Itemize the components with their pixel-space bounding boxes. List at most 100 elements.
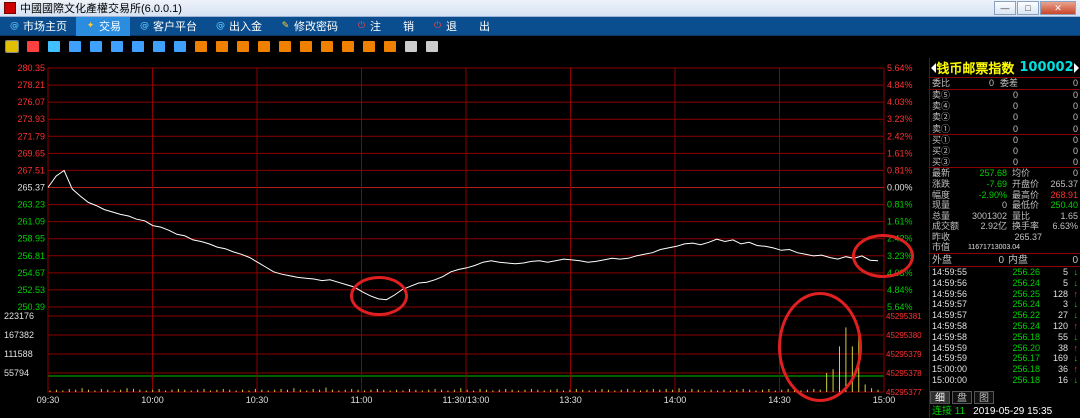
tick-price: 256.22	[1012, 310, 1040, 321]
prev-instrument-icon[interactable]	[931, 63, 936, 73]
instrument-code: 100002	[1019, 60, 1074, 75]
menu-item-label: 市场主页	[23, 20, 67, 33]
orderbook-price: 0	[1012, 123, 1018, 134]
stat-label2: 均价	[1012, 168, 1031, 179]
logout-icon: ⏻	[357, 20, 366, 31]
menu-item-label: 退 出	[446, 20, 490, 33]
stat-value: 2.92亿	[980, 221, 1007, 232]
timeshare-chart-icon[interactable]	[5, 40, 19, 53]
orderbook-price: 0	[1012, 157, 1018, 168]
menu-item-0[interactable]: @ 市场主页	[0, 17, 76, 36]
tool6-icon[interactable]	[300, 41, 312, 52]
month-icon[interactable]	[132, 41, 144, 52]
orderbook-volume: 0	[1072, 90, 1078, 100]
week-icon[interactable]	[111, 41, 123, 52]
menu-item-1[interactable]: ✦ 交易	[76, 16, 130, 36]
toolbar	[0, 37, 1080, 56]
menu-item-5[interactable]: ⏻ 注 销	[347, 17, 423, 36]
up-arrow-icon: ↑	[1073, 288, 1079, 299]
tick-row: 15:00:00 256.18 16 ↓	[930, 375, 1080, 386]
close-button[interactable]: ✕	[1040, 1, 1076, 15]
settings-icon[interactable]	[426, 41, 438, 52]
outer-inner-row: 外盘 0 内盘 0	[930, 254, 1080, 268]
orderbook-row: 买① 0 0	[930, 135, 1080, 146]
orderbook-volume: 0	[1072, 112, 1078, 123]
menu-item-4[interactable]: ✎ 修改密码	[271, 17, 347, 36]
tool9-icon[interactable]	[363, 41, 375, 52]
panel-tab-2[interactable]: 图	[974, 391, 994, 404]
price-tick-label: 254.67	[17, 268, 45, 278]
stat-row: 成交额 2.92亿 换手率 6.63%	[930, 221, 1080, 232]
stat-row: 幅度 -2.90% 最高价 268.91	[930, 190, 1080, 201]
orderbook-row: 卖② 0 0	[930, 112, 1080, 123]
tick-time: 14:59:56	[932, 288, 968, 299]
time-tick-label: 13:30	[559, 395, 582, 405]
panel-tab-1[interactable]: 盘	[952, 391, 972, 404]
tick-time: 14:59:57	[932, 310, 968, 321]
menu-item-6[interactable]: ⏻ 退 出	[423, 17, 499, 36]
tick-time: 14:59:59	[932, 353, 968, 364]
time-tick-label: 11:30/13:00	[443, 395, 490, 405]
grid-icon[interactable]	[90, 41, 102, 52]
time-tick-label: 15:00	[873, 395, 896, 405]
stat-value: -7.69	[986, 178, 1007, 189]
tool3-icon[interactable]	[237, 41, 249, 52]
pct-tick-label: 2.42%	[887, 131, 913, 141]
volume-tick-label: 167382	[4, 330, 34, 340]
annotation-circle-volume	[778, 292, 862, 402]
list-icon[interactable]	[69, 41, 81, 52]
menu-item-label: 出入金	[229, 20, 262, 33]
tool1-icon[interactable]	[195, 41, 207, 52]
stat-value2: 268.91	[1050, 189, 1078, 200]
tick-row: 14:59:58 256.18 55 ↓	[930, 332, 1080, 343]
main-menu: @ 市场主页 ✦ 交易 @ 客户平台 @ 出入金 ✎ 修改密码 ⏻ 注 销 ⏻ 退 出	[0, 16, 1080, 36]
inner-value: 0	[1072, 255, 1078, 267]
stat-label2: 最高价	[1012, 189, 1040, 200]
tool4-icon[interactable]	[258, 41, 270, 52]
season-icon[interactable]	[153, 41, 165, 52]
tool7-icon[interactable]	[321, 41, 333, 52]
pct-tick-label: 0.00%	[887, 183, 913, 193]
tool2-icon[interactable]	[216, 41, 228, 52]
tick-volume: 55	[1057, 331, 1068, 342]
draw-icon[interactable]	[405, 41, 417, 52]
menu-item-2[interactable]: @ 客户平台	[130, 17, 206, 36]
key-icon: ✎	[281, 20, 290, 31]
price-tick-label: 252.53	[17, 285, 45, 295]
stat-row: 涨跌 -7.69 开盘价 265.37	[930, 179, 1080, 190]
pct-tick-label: 4.84%	[887, 285, 913, 295]
time-tick-label: 10:30	[246, 395, 269, 405]
tool5-icon[interactable]	[279, 41, 291, 52]
kline-icon[interactable]	[27, 41, 39, 52]
stat-row: 总量 3001302 量比 1.65	[930, 211, 1080, 222]
pct-tick-label: 4.03%	[887, 97, 913, 107]
volume-icon[interactable]	[48, 41, 60, 52]
stat-value2: 1.65	[1060, 210, 1078, 221]
tick-price: 256.25	[1012, 288, 1040, 299]
panel-tabs: 细盘图	[930, 391, 996, 405]
minimize-button[interactable]: —	[994, 1, 1016, 15]
outer-label: 外盘	[932, 255, 952, 267]
orderbook-volume: 0	[1072, 78, 1078, 88]
stat-value2: 0	[1072, 168, 1078, 179]
window-controls: — □ ✕	[993, 1, 1076, 15]
tick-volume: 3	[1062, 299, 1068, 310]
timeshare-chart[interactable]: 280.35 5.64% 278.21 4.84% 276.07 4.03% 273.93 3…	[0, 58, 928, 418]
tick-price: 256.18	[1012, 364, 1040, 375]
panel-tab-0[interactable]: 细	[930, 391, 950, 404]
stat-value2	[1042, 242, 1078, 253]
quote-panel: 钱币邮票指数 100002 委比 0 委差 0 卖⑤ 0 0 卖④ 0 0 卖② 0 0 卖① 0 0 买① 0 0…	[929, 58, 1080, 418]
tool10-icon[interactable]	[384, 41, 396, 52]
tick-volume: 120	[1052, 321, 1068, 332]
x-icon[interactable]	[174, 41, 186, 52]
orderbook-volume: 0	[1072, 123, 1078, 134]
tick-row: 14:59:55 256.26 5 ↓	[930, 267, 1080, 278]
stat-row: 市值 11671713003.04	[930, 242, 1080, 253]
menu-item-3[interactable]: @ 出入金	[206, 17, 271, 36]
status-datetime: 2019-05-29 15:35	[973, 406, 1053, 417]
tool8-icon[interactable]	[342, 41, 354, 52]
hold-tick-label: 45295380	[886, 331, 922, 340]
next-instrument-icon[interactable]	[1074, 63, 1079, 73]
tick-time: 14:59:57	[932, 299, 968, 310]
maximize-button[interactable]: □	[1017, 1, 1039, 15]
